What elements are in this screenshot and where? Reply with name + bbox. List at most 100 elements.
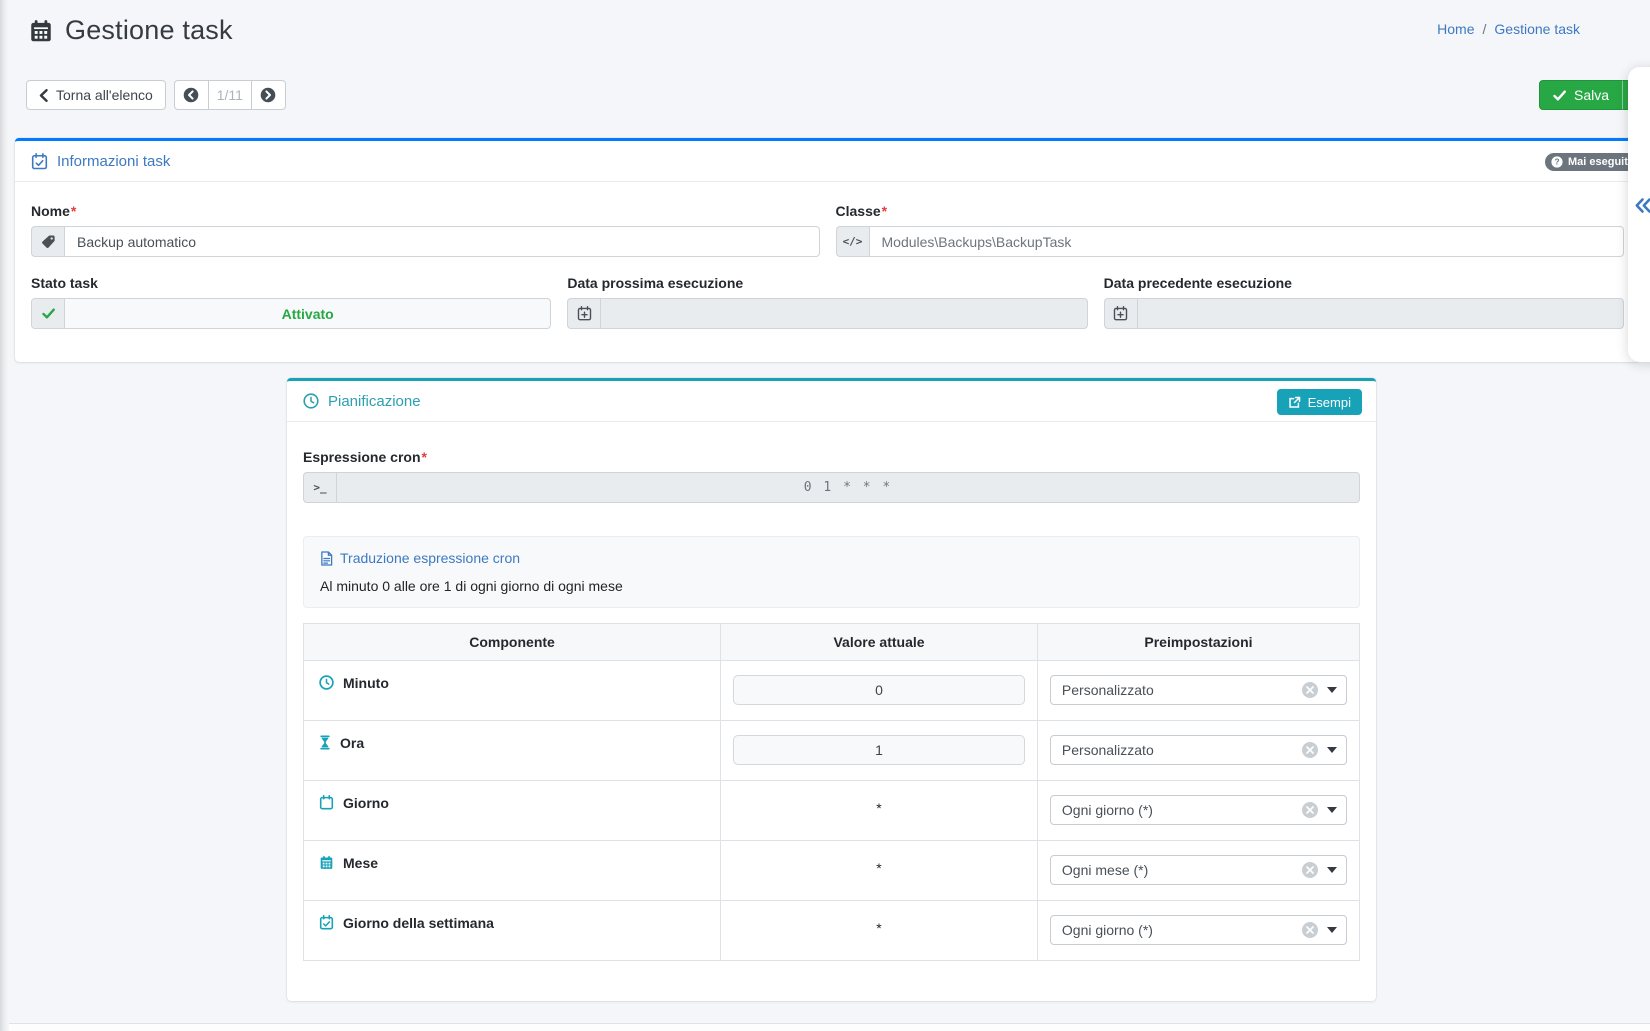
examples-label: Esempi bbox=[1308, 395, 1351, 410]
column-header-presets: Preimpostazioni bbox=[1037, 623, 1359, 660]
previous-run-field-group: Data precedente esecuzione bbox=[1104, 267, 1624, 329]
svg-text:?: ? bbox=[1554, 158, 1559, 167]
required-asterisk: * bbox=[71, 203, 76, 219]
clear-selection-icon[interactable] bbox=[1302, 682, 1318, 698]
hour-preset-select[interactable]: Personalizzato bbox=[1050, 735, 1347, 765]
sidebar-edge-shadow bbox=[0, 0, 9, 1031]
class-input[interactable] bbox=[869, 226, 1625, 257]
clear-selection-icon[interactable] bbox=[1302, 862, 1318, 878]
task-info-panel-title: Informazioni task bbox=[57, 153, 170, 170]
question-circle-icon: ? bbox=[1551, 156, 1563, 168]
caret-down-icon bbox=[1327, 867, 1337, 873]
footer bbox=[9, 1023, 1650, 1031]
minute-preset-select[interactable]: Personalizzato bbox=[1050, 675, 1347, 705]
clock-icon bbox=[319, 675, 334, 690]
cron-field-label: Espressione cron* bbox=[303, 449, 1360, 465]
day-preset-select[interactable]: Ogni giorno (*) bbox=[1050, 795, 1347, 825]
month-value: * bbox=[733, 855, 1025, 876]
check-icon bbox=[32, 299, 65, 328]
class-field-label: Classe* bbox=[836, 203, 1625, 219]
next-run-field-label: Data prossima esecuzione bbox=[567, 275, 1087, 291]
status-value: Attivato bbox=[65, 299, 550, 328]
translate-file-icon bbox=[320, 551, 333, 566]
component-label: Ora bbox=[340, 735, 364, 751]
cron-translation-link[interactable]: Traduzione espressione cron bbox=[320, 550, 520, 566]
table-row-day: Giorno * Ogni giorno (*) bbox=[304, 780, 1360, 840]
clear-selection-icon[interactable] bbox=[1302, 922, 1318, 938]
preset-selected-value: Ogni mese (*) bbox=[1062, 862, 1302, 878]
calendar-icon bbox=[319, 795, 334, 810]
table-row-hour: Ora Personalizzato bbox=[304, 720, 1360, 780]
record-position: 1/11 bbox=[208, 80, 252, 110]
check-icon bbox=[1553, 90, 1566, 101]
cron-components-table: Componente Valore attuale Preimpostazion… bbox=[303, 623, 1360, 961]
table-row-month: Mese * Ogni mese (*) bbox=[304, 840, 1360, 900]
column-header-component: Componente bbox=[304, 623, 721, 660]
calendar-grid-icon bbox=[319, 855, 334, 870]
hourglass-icon bbox=[319, 735, 331, 750]
table-header-row: Componente Valore attuale Preimpostazion… bbox=[304, 623, 1360, 660]
weekday-preset-select[interactable]: Ogni giorno (*) bbox=[1050, 915, 1347, 945]
status-toggle[interactable]: Attivato bbox=[31, 298, 551, 329]
calendar-check-icon bbox=[31, 153, 48, 170]
breadcrumb: Home / Gestione task bbox=[1437, 21, 1580, 37]
preset-selected-value: Personalizzato bbox=[1062, 742, 1302, 758]
previous-run-input bbox=[1137, 298, 1624, 329]
never-executed-label: Mai eseguito bbox=[1568, 156, 1635, 168]
save-label: Salva bbox=[1574, 87, 1609, 103]
status-field-label: Stato task bbox=[31, 275, 551, 291]
preset-selected-value: Ogni giorno (*) bbox=[1062, 802, 1302, 818]
task-info-panel-header: Informazioni task ? Mai eseguito bbox=[15, 141, 1640, 182]
previous-run-field-label: Data precedente esecuzione bbox=[1104, 275, 1624, 291]
back-to-list-label: Torna all'elenco bbox=[56, 87, 153, 103]
save-button[interactable]: Salva bbox=[1539, 80, 1622, 110]
next-record-button[interactable] bbox=[251, 80, 286, 110]
chevron-left-icon bbox=[39, 89, 48, 102]
schedule-panel-body: Espressione cron* >_ Traduzione espressi… bbox=[287, 422, 1376, 961]
clock-icon bbox=[303, 393, 319, 409]
name-field-label: Nome* bbox=[31, 203, 820, 219]
schedule-panel-title: Pianificazione bbox=[328, 393, 421, 410]
record-pager: 1/11 bbox=[174, 80, 286, 110]
table-row-weekday: Giorno della settimana * Ogni giorno (*) bbox=[304, 900, 1360, 960]
class-field-group: Classe* </> bbox=[836, 195, 1625, 257]
page-header: Gestione task bbox=[28, 15, 233, 46]
month-preset-select[interactable]: Ogni mese (*) bbox=[1050, 855, 1347, 885]
back-to-list-button[interactable]: Torna all'elenco bbox=[26, 80, 166, 110]
calendar-plus-icon bbox=[1104, 298, 1137, 329]
caret-down-icon bbox=[1327, 687, 1337, 693]
previous-record-button[interactable] bbox=[174, 80, 209, 110]
calendar-check-icon bbox=[319, 915, 334, 930]
breadcrumb-home-link[interactable]: Home bbox=[1437, 21, 1474, 37]
arrow-circle-right-icon bbox=[260, 87, 276, 103]
external-link-icon bbox=[1288, 396, 1301, 409]
examples-button[interactable]: Esempi bbox=[1277, 389, 1362, 415]
caret-down-icon bbox=[1327, 807, 1337, 813]
arrow-circle-left-icon bbox=[183, 87, 199, 103]
caret-down-icon bbox=[1327, 927, 1337, 933]
name-input[interactable] bbox=[64, 226, 820, 257]
tag-icon bbox=[31, 226, 64, 257]
breadcrumb-current-link[interactable]: Gestione task bbox=[1494, 21, 1580, 37]
chevron-double-left-icon[interactable] bbox=[1634, 197, 1650, 214]
hour-value-input[interactable] bbox=[733, 735, 1025, 765]
table-row-minute: Minuto Personalizzato bbox=[304, 660, 1360, 720]
clear-selection-icon[interactable] bbox=[1302, 802, 1318, 818]
preset-selected-value: Personalizzato bbox=[1062, 682, 1302, 698]
cron-translation-title: Traduzione espressione cron bbox=[340, 550, 520, 566]
name-field-group: Nome* bbox=[31, 195, 820, 257]
clear-selection-icon[interactable] bbox=[1302, 742, 1318, 758]
status-field-group: Stato task Attivato bbox=[31, 267, 551, 329]
component-label: Giorno della settimana bbox=[343, 915, 494, 931]
calendar-icon bbox=[28, 18, 54, 44]
minute-value-input[interactable] bbox=[733, 675, 1025, 705]
required-asterisk: * bbox=[882, 203, 887, 219]
cron-expression-input bbox=[336, 472, 1360, 503]
cron-translation-box: Traduzione espressione cron Al minuto 0 … bbox=[303, 536, 1360, 608]
day-value: * bbox=[733, 795, 1025, 816]
schedule-panel: Pianificazione Esempi Espressione cron* … bbox=[287, 378, 1376, 1001]
next-run-input bbox=[600, 298, 1087, 329]
schedule-panel-header: Pianificazione Esempi bbox=[287, 381, 1376, 422]
weekday-value: * bbox=[733, 915, 1025, 936]
component-label: Giorno bbox=[343, 795, 389, 811]
